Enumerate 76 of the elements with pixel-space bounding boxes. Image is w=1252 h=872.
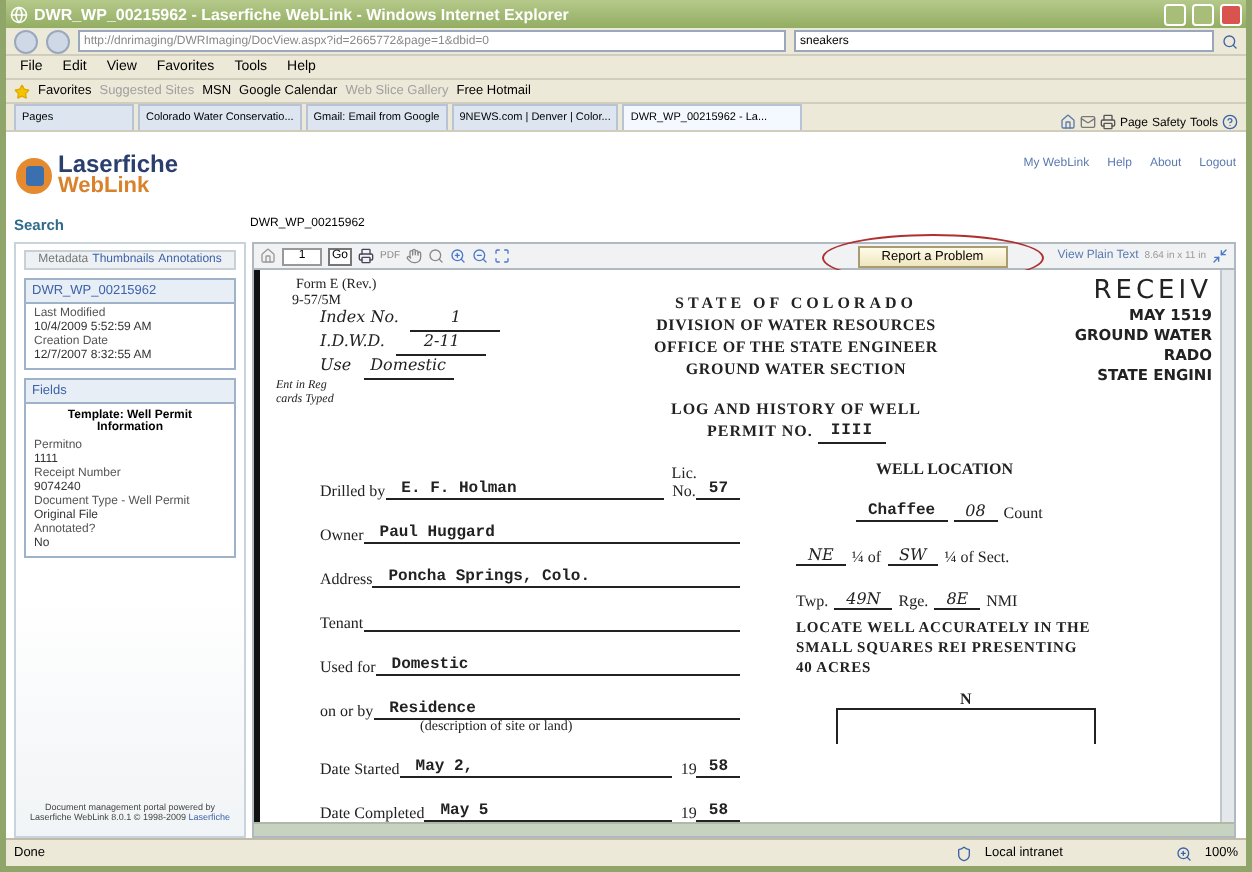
zoom-in-icon[interactable] bbox=[450, 248, 467, 264]
home-icon[interactable] bbox=[260, 248, 276, 264]
form-heading: OFFICE OF THE STATE ENGINEER bbox=[654, 336, 938, 358]
form-label: Date Completed bbox=[320, 804, 425, 822]
form-label: on or by bbox=[320, 702, 374, 720]
print-icon[interactable] bbox=[358, 248, 375, 264]
form-title: LOG AND HISTORY OF WELL bbox=[670, 398, 922, 420]
handwritten-value: Domestic bbox=[363, 356, 454, 380]
search-icon[interactable] bbox=[428, 248, 445, 264]
minimize-button[interactable] bbox=[1164, 3, 1186, 25]
forward-button[interactable] bbox=[46, 29, 70, 53]
fullscreen-icon[interactable] bbox=[1212, 248, 1228, 264]
form-value-line: Poncha Springs, Colo. bbox=[372, 568, 740, 588]
license-label: Lic. bbox=[671, 464, 697, 482]
location-title: WELL LOCATION bbox=[874, 460, 1016, 478]
form-heading: STATE OF COLORADO bbox=[675, 292, 917, 314]
home-icon[interactable] bbox=[1059, 114, 1076, 130]
year-label: 19 bbox=[680, 804, 697, 822]
county-value: Chaffee bbox=[856, 502, 948, 522]
meridian-text: NMI bbox=[986, 592, 1018, 610]
form-heading: DIVISION OF WATER RESOURCES bbox=[656, 314, 936, 336]
year-label: 19 bbox=[680, 760, 697, 778]
stamp-text: RECEIV bbox=[1093, 276, 1212, 306]
window-title: DWR_WP_00215962 - Laserfiche WebLink - Windows Internet Explorer bbox=[34, 5, 571, 23]
form-label: Date Started bbox=[320, 760, 400, 778]
form-label: Owner bbox=[320, 526, 364, 544]
form-label: Used for bbox=[320, 658, 376, 676]
range-label: Rge. bbox=[898, 592, 929, 610]
form-heading: GROUND WATER SECTION bbox=[685, 358, 907, 380]
handwritten-value: 1 bbox=[410, 308, 501, 332]
fit-page-icon[interactable] bbox=[494, 248, 511, 264]
form-value-line: Residence bbox=[373, 700, 740, 720]
horizontal-scrollbar[interactable] bbox=[254, 822, 1234, 836]
shield-icon[interactable] bbox=[956, 845, 973, 861]
section-label: ¼ of Sect. bbox=[944, 548, 1010, 566]
quarter-value: SW bbox=[887, 546, 939, 566]
mail-icon[interactable] bbox=[1079, 114, 1096, 130]
handwritten-value: 2-11 bbox=[396, 332, 487, 356]
maximize-button[interactable] bbox=[1192, 3, 1214, 25]
back-button[interactable] bbox=[14, 29, 38, 53]
star-icon[interactable] bbox=[14, 83, 30, 99]
logo-product: WebLink bbox=[58, 176, 152, 198]
county-code: 08 bbox=[953, 502, 998, 522]
form-label: Address bbox=[320, 570, 373, 588]
year-value: 58 bbox=[696, 758, 740, 778]
browser-icon bbox=[10, 5, 28, 23]
vertical-scrollbar[interactable] bbox=[1220, 270, 1234, 822]
search-icon[interactable] bbox=[1222, 33, 1238, 49]
logo-name: Laserfiche bbox=[58, 152, 179, 176]
handwritten-label: Use bbox=[320, 356, 352, 378]
township-value: 49N bbox=[834, 590, 893, 610]
quarter-label: ¼ of bbox=[851, 548, 882, 566]
print-icon[interactable] bbox=[1099, 114, 1116, 130]
form-value-line: May 2, bbox=[399, 758, 673, 778]
zoom-in-icon[interactable] bbox=[1176, 845, 1193, 861]
handwritten-label: Index No. bbox=[320, 308, 399, 330]
help-icon[interactable] bbox=[1222, 114, 1238, 130]
hand-icon[interactable] bbox=[406, 248, 423, 264]
range-value: 8E bbox=[934, 590, 981, 610]
close-button[interactable] bbox=[1220, 3, 1242, 25]
permit-value: IIII bbox=[818, 420, 886, 444]
license-label: No. bbox=[672, 482, 696, 500]
permit-label: PERMIT NO. bbox=[706, 420, 813, 444]
township-label: Twp. bbox=[796, 592, 829, 610]
quarter-value: NE bbox=[796, 546, 846, 566]
form-value-line: Domestic bbox=[375, 656, 740, 676]
county-label: Count bbox=[1003, 504, 1043, 522]
logo-icon bbox=[14, 155, 54, 195]
form-value-line: Paul Huggard bbox=[363, 524, 740, 544]
form-label: Tenant bbox=[320, 614, 364, 632]
license-value: 57 bbox=[696, 480, 740, 500]
north-label: N bbox=[958, 690, 974, 708]
handwritten-label: I.D.W.D. bbox=[320, 332, 385, 354]
form-value-line: E. F. Holman bbox=[385, 480, 664, 500]
zoom-out-icon[interactable] bbox=[472, 248, 489, 264]
form-label: Drilled by bbox=[320, 482, 386, 500]
